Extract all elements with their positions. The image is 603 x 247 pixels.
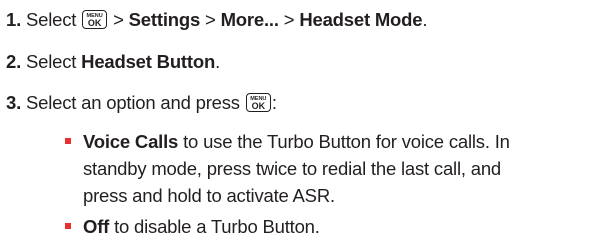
step-end: .: [215, 51, 221, 72]
path-separator: >: [205, 9, 216, 30]
path-separator: >: [113, 9, 124, 30]
square-bullet-icon: [65, 138, 71, 144]
square-bullet-icon: [65, 223, 71, 229]
option-text: Off to disable a Turbo Button.: [83, 213, 598, 240]
step-text: Select an option and press: [25, 92, 240, 113]
step-text: Select: [25, 51, 77, 72]
option-line: to use the Turbo Button for voice calls.…: [178, 131, 510, 152]
menu-ok-key-icon: MENU OK: [82, 10, 108, 29]
menu-item-headset-mode: Headset Mode: [299, 9, 423, 30]
menu-ok-key-icon: MENU OK: [245, 93, 271, 112]
menu-item-headset-button: Headset Button: [81, 51, 216, 72]
step-text: Select: [25, 9, 77, 30]
option-label: Voice Calls: [83, 131, 179, 152]
step-number: 2.: [6, 51, 22, 72]
step-end: :: [271, 92, 277, 113]
menu-item-more: More...: [220, 9, 279, 30]
instruction-page: { "steps": [ { "number": "1.", "text_bef…: [0, 0, 603, 247]
option-line: standby mode, press twice to redial the …: [83, 158, 502, 179]
step-3: 3. Select an option and press MENU OK:: [6, 92, 277, 114]
step-number: 1.: [6, 9, 22, 30]
option-label: Off: [83, 216, 110, 237]
step-2: 2. Select Headset Button.: [6, 51, 220, 73]
option-text: Voice Calls to use the Turbo Button for …: [83, 128, 598, 209]
option-line: to disable a Turbo Button.: [109, 216, 320, 237]
path-separator: >: [283, 9, 295, 30]
option-line: press and hold to activate ASR.: [83, 185, 335, 206]
step-1: 1. Select MENU OK > Settings > More... > …: [6, 9, 428, 31]
step-number: 3.: [6, 92, 22, 113]
menu-item-settings: Settings: [128, 9, 201, 30]
step-end: .: [422, 9, 428, 30]
